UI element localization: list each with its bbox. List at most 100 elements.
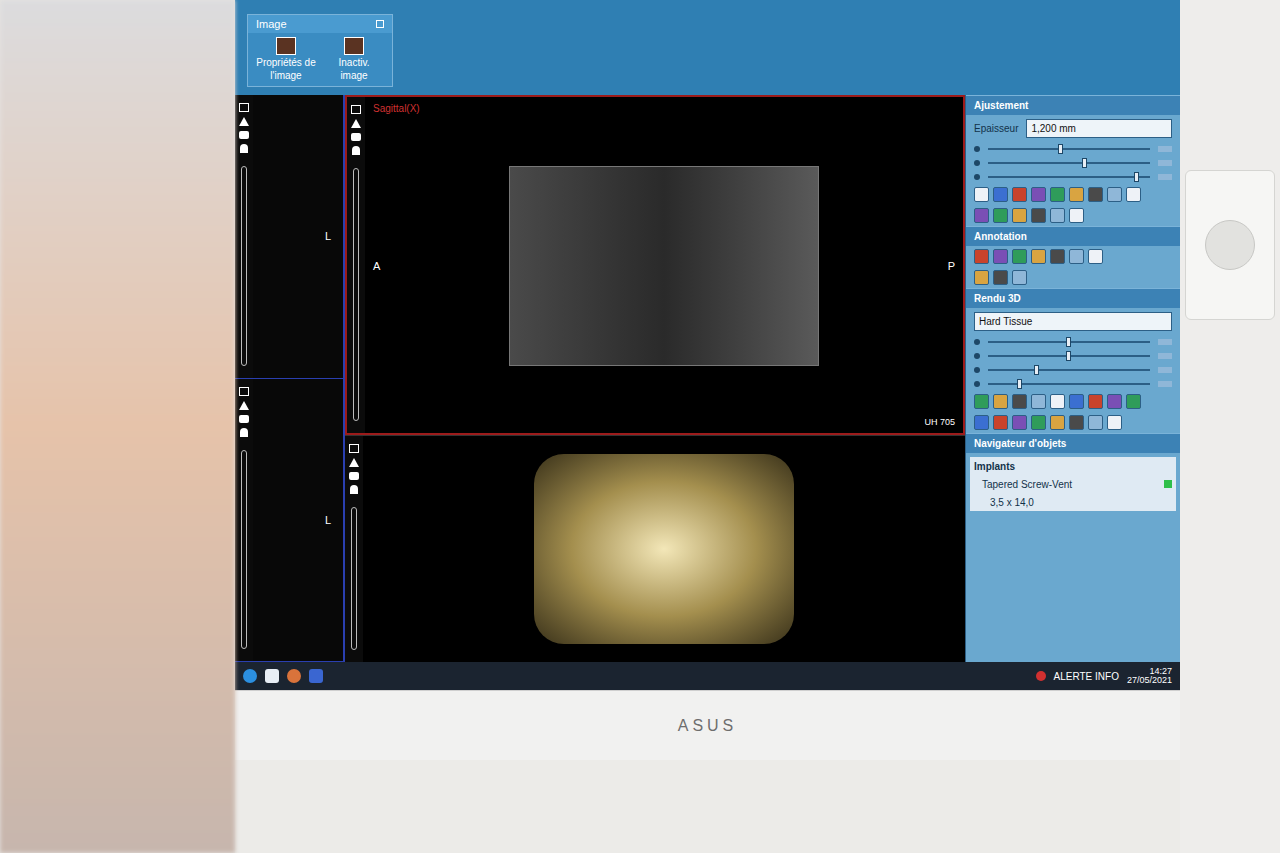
tool-icon[interactable] [993,208,1008,223]
tool-icon[interactable] [1012,270,1027,285]
window-icon[interactable] [351,105,361,114]
notification[interactable]: ALERTE INFO [1054,669,1119,684]
slider[interactable] [966,156,1180,170]
tool-icon[interactable] [1031,394,1046,409]
ribbon-button[interactable]: Inactiv. image [324,37,384,82]
side-viewport[interactable]: L [235,379,343,663]
slider-thumb[interactable] [1066,337,1071,347]
sagittal-viewport[interactable]: Sagittal(X)APUH 705 [345,95,965,435]
section-header[interactable]: Navigateur d'objets [966,433,1180,453]
tool-icon[interactable] [974,394,989,409]
tool-icon[interactable] [1012,249,1027,264]
visible-icon[interactable] [1164,480,1172,488]
tool-icon[interactable] [974,208,989,223]
tool-icon[interactable] [1088,187,1103,202]
tool-icon[interactable] [1107,187,1122,202]
slider-thumb[interactable] [1034,365,1039,375]
tool-icon[interactable] [993,270,1008,285]
tool-icon[interactable] [1126,187,1141,202]
tool-icon[interactable] [1088,249,1103,264]
window-icon[interactable] [239,103,249,112]
tool-icon[interactable] [1069,415,1084,430]
side-viewport[interactable]: L [235,95,343,379]
tool-icon[interactable] [993,394,1008,409]
tool-icon[interactable] [1012,415,1027,430]
hand-icon[interactable] [240,144,248,153]
scroll-track[interactable] [353,168,359,421]
scroll-track[interactable] [241,166,247,366]
camera-icon[interactable] [349,472,359,480]
tool-icon[interactable] [1050,208,1065,223]
hand-icon[interactable] [352,146,360,155]
side-view: LL [235,95,345,662]
tool-icon[interactable] [993,187,1008,202]
slider[interactable] [966,377,1180,391]
tool-icon[interactable] [1107,394,1122,409]
tool-icon[interactable] [974,415,989,430]
slider-thumb[interactable] [1017,379,1022,389]
ribbon-button[interactable]: Propriétés de l'image [256,37,316,82]
tool-icon[interactable] [1050,394,1065,409]
slider[interactable] [966,349,1180,363]
slider[interactable] [966,170,1180,184]
triangle-icon[interactable] [239,117,249,126]
tool-icon[interactable] [1031,249,1046,264]
tool-icon[interactable] [1088,415,1103,430]
scroll-track[interactable] [241,450,247,650]
tool-icon[interactable] [1069,187,1084,202]
section-header[interactable]: Ajustement [966,95,1180,115]
slider[interactable] [966,363,1180,377]
tool-icon[interactable] [1012,394,1027,409]
render-viewport[interactable] [345,435,965,662]
slider[interactable] [966,335,1180,349]
tool-icon[interactable] [1088,394,1103,409]
tool-icon[interactable] [974,270,989,285]
triangle-icon[interactable] [349,458,359,467]
tool-icon[interactable] [1050,249,1065,264]
object-item[interactable]: Implants [970,457,1176,475]
scroll-track[interactable] [351,507,357,650]
tool-icon[interactable] [1012,208,1027,223]
window-icon[interactable] [239,387,249,396]
tool-icon[interactable] [1107,415,1122,430]
tool-icon[interactable] [1050,187,1065,202]
app-icon[interactable] [243,669,257,683]
triangle-icon[interactable] [239,401,249,410]
tool-icon[interactable] [993,249,1008,264]
camera-icon[interactable] [239,415,249,423]
tool-icon[interactable] [1031,415,1046,430]
slider-thumb[interactable] [1134,172,1139,182]
object-item[interactable]: Tapered Screw-Vent [970,475,1176,493]
tool-icon[interactable] [974,249,989,264]
tool-icon[interactable] [1069,394,1084,409]
tool-icon[interactable] [1031,208,1046,223]
tool-icon[interactable] [1050,415,1065,430]
tool-icon[interactable] [1069,249,1084,264]
thickness-select[interactable]: 1,200 mm [1026,119,1172,138]
slider-thumb[interactable] [1066,351,1071,361]
window-icon[interactable] [349,444,359,453]
camera-icon[interactable] [239,131,249,139]
hand-icon[interactable] [350,485,358,494]
tool-icon[interactable] [993,415,1008,430]
camera-icon[interactable] [351,133,361,141]
tool-icon[interactable] [1069,208,1084,223]
triangle-icon[interactable] [351,119,361,128]
slider-thumb[interactable] [1082,158,1087,168]
hand-icon[interactable] [240,428,248,437]
tool-icon[interactable] [1031,187,1046,202]
tool-icon[interactable] [1126,394,1141,409]
section-header[interactable]: Annotation [966,226,1180,246]
preset-select[interactable]: Hard Tissue [974,312,1172,331]
tool-icon[interactable] [974,187,989,202]
object-item[interactable]: 3,5 x 14,0 [970,493,1176,511]
slider[interactable] [966,142,1180,156]
slider-thumb[interactable] [1058,144,1063,154]
tool-icon[interactable] [1012,187,1027,202]
app-icon[interactable] [309,669,323,683]
app-icon[interactable] [287,669,301,683]
section-header[interactable]: Rendu 3D [966,288,1180,308]
app-icon[interactable] [265,669,279,683]
clock[interactable]: 14:2727/05/2021 [1127,667,1172,685]
expand-icon[interactable] [376,20,384,28]
